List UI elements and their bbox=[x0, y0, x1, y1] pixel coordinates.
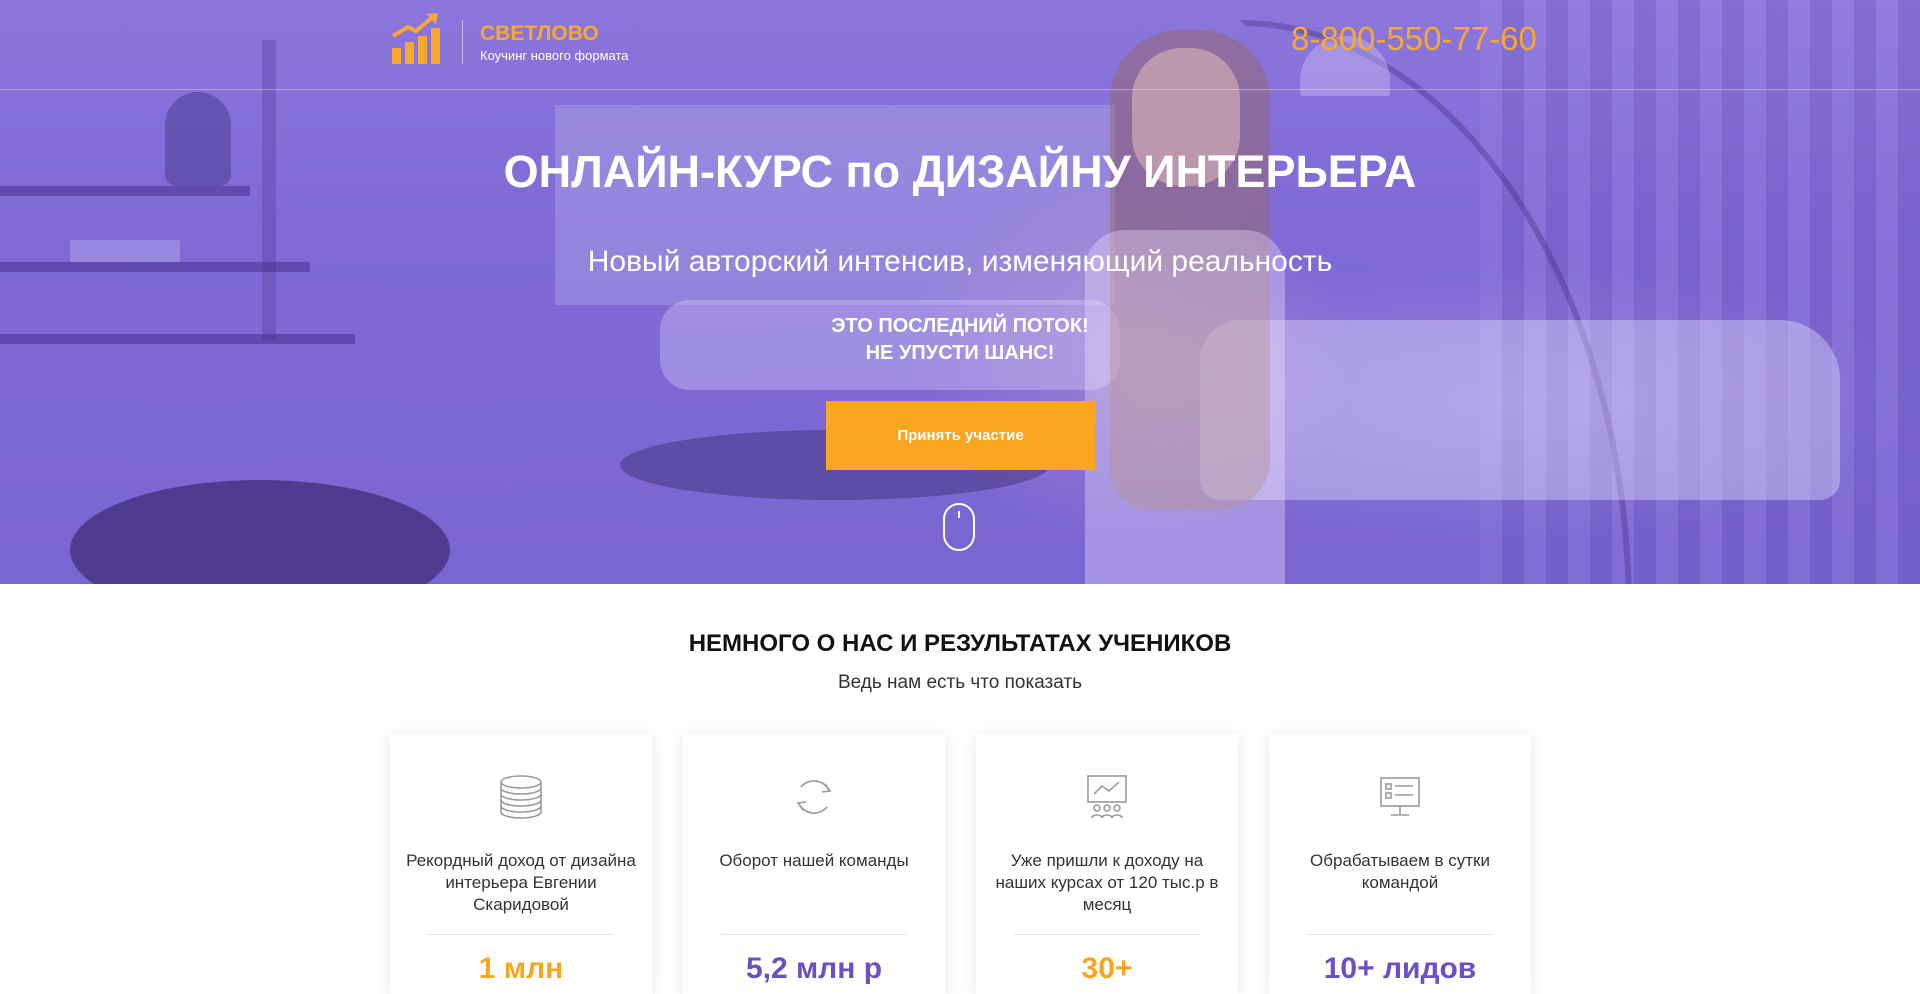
background-person-body bbox=[1085, 230, 1285, 584]
logo[interactable]: СВЕТЛОВО Коучинг нового формата bbox=[390, 10, 650, 68]
about-subtitle: Ведь нам есть что показать bbox=[837, 672, 1083, 693]
logo-divider bbox=[462, 20, 463, 64]
coins-icon bbox=[500, 775, 542, 819]
hero-section: СВЕТЛОВО Коучинг нового формата 8-800-55… bbox=[0, 0, 1920, 584]
stat-card-turnover: Оборот нашей команды 5,2 млн р bbox=[683, 734, 945, 994]
stat-card-divider bbox=[428, 934, 614, 935]
stat-card-divider bbox=[1307, 934, 1493, 935]
growth-chart-icon bbox=[391, 13, 440, 64]
scroll-mouse-icon[interactable] bbox=[942, 502, 976, 552]
stat-card-value: 10+ лидов bbox=[1323, 952, 1477, 985]
stat-card-value: 30+ bbox=[1081, 952, 1133, 985]
stat-card-divider bbox=[1014, 934, 1200, 935]
monitor-icon bbox=[1380, 777, 1420, 816]
logo-subtitle: Коучинг нового формата bbox=[480, 48, 629, 63]
presentation-icon bbox=[1087, 775, 1127, 819]
stat-card-text: Обрабатываем в сутки командой bbox=[1310, 851, 1490, 892]
stat-card-income: Рекордный доход от дизайна интерьера Евг… bbox=[390, 734, 652, 994]
stat-card-value: 5,2 млн р bbox=[745, 952, 883, 985]
refresh-icon bbox=[796, 780, 832, 814]
header-divider bbox=[0, 89, 1920, 90]
stat-card-text: Уже пришли к доходу на наших курсах от 1… bbox=[995, 851, 1219, 914]
participate-button[interactable]: Принять участие bbox=[826, 401, 1095, 470]
stat-card-students: Уже пришли к доходу на наших курсах от 1… bbox=[976, 734, 1238, 994]
stat-card-leads: Обрабатываем в сутки командой 10+ лидов bbox=[1269, 734, 1531, 994]
phone-number[interactable]: 8-800-550-77-60 bbox=[1291, 20, 1537, 58]
about-title: НЕМНОГО О НАС И РЕЗУЛЬТАТАХ УЧЕНИКОВ bbox=[688, 630, 1232, 657]
urgency-text: ЭТО ПОСЛЕДНИЙ ПОТОК! НЕ УПУСТИ ШАНС! bbox=[0, 313, 1920, 367]
stat-card-text: Рекордный доход от дизайна интерьера Евг… bbox=[406, 851, 636, 914]
urgency-line-1: ЭТО ПОСЛЕДНИЙ ПОТОК! bbox=[831, 315, 1089, 337]
stat-card-text: Оборот нашей команды bbox=[719, 851, 909, 870]
urgency-line-2: НЕ УПУСТИ ШАНС! bbox=[865, 342, 1055, 364]
hero-subtitle: Новый авторский интенсив, изменяющий реа… bbox=[587, 245, 1333, 278]
logo-title: СВЕТЛОВО bbox=[480, 22, 599, 45]
stat-card-divider bbox=[721, 934, 907, 935]
stat-card-value: 1 млн bbox=[478, 952, 564, 985]
hero-title: ОНЛАЙН-КУРС по ДИЗАЙНУ ИНТЕРЬЕРА bbox=[503, 146, 1417, 197]
